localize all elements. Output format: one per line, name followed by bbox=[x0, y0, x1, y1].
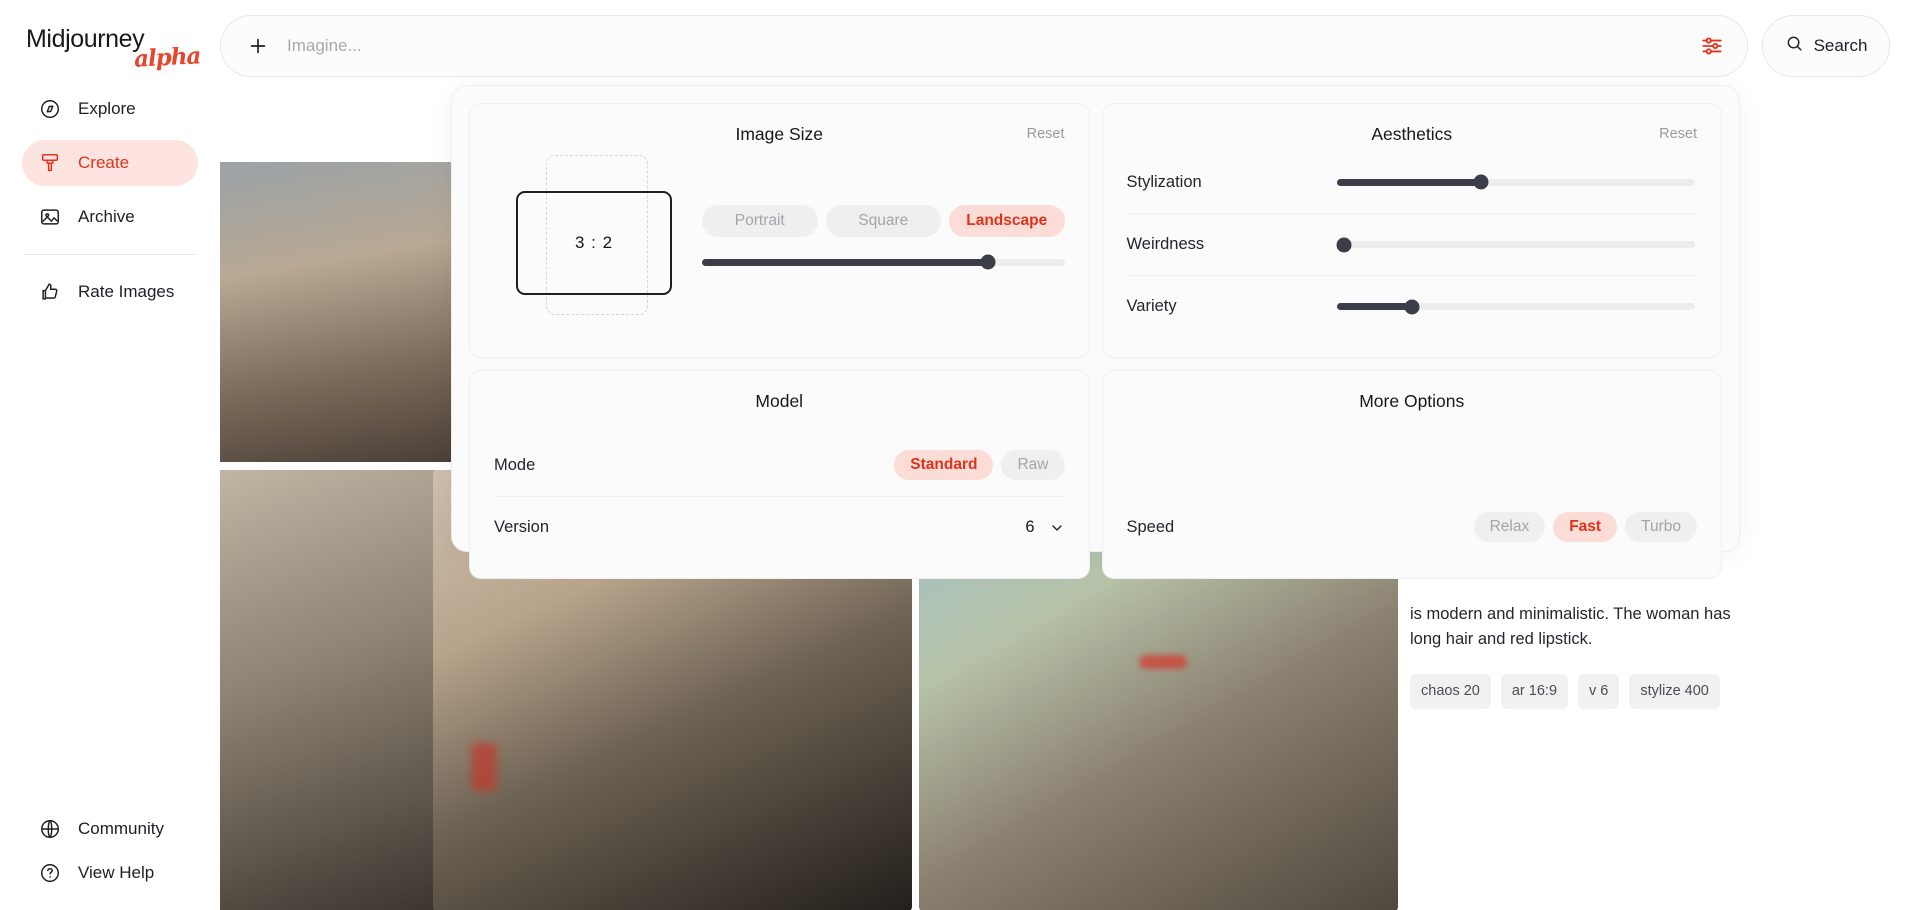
sidebar-item-rate-images[interactable]: Rate Images bbox=[22, 269, 198, 315]
weirdness-label: Weirdness bbox=[1126, 235, 1205, 253]
image-description-panel: is modern and minimalistic. The woman ha… bbox=[1410, 602, 1750, 709]
question-circle-icon bbox=[38, 861, 62, 885]
stylization-row: Stylization bbox=[1127, 151, 1698, 213]
sidebar-item-create[interactable]: Create bbox=[22, 140, 198, 186]
more-options-card: More Options Speed Relax Fast Turbo bbox=[1101, 370, 1722, 579]
sliders-icon[interactable] bbox=[1699, 33, 1725, 59]
image-description-text: is modern and minimalistic. The woman ha… bbox=[1410, 605, 1731, 648]
sidebar-item-archive[interactable]: Archive bbox=[22, 194, 198, 240]
app-root: Midjourney alpha Explore Create Archive … bbox=[0, 0, 1920, 910]
sidebar-bottom-group: Community View Help bbox=[22, 808, 198, 896]
search-icon bbox=[1785, 34, 1804, 58]
orientation-segmented-control: Portrait Square Landscape bbox=[702, 204, 1065, 237]
aesthetics-reset-button[interactable]: Reset bbox=[1659, 126, 1697, 142]
speed-row: Speed Relax Fast Turbo bbox=[1126, 496, 1697, 558]
speed-option-fast[interactable]: Fast bbox=[1553, 512, 1618, 542]
mode-segmented-control: Standard Raw bbox=[894, 450, 1065, 480]
image-size-body: 3 : 2 Portrait Square Landscape bbox=[494, 151, 1065, 319]
weirdness-slider[interactable] bbox=[1336, 237, 1695, 252]
thumbs-up-icon bbox=[38, 280, 62, 304]
brand-logo[interactable]: Midjourney alpha bbox=[22, 0, 202, 86]
speed-segmented-control: Relax Fast Turbo bbox=[1473, 512, 1697, 542]
image-parameter-tags: chaos 20 ar 16:9 v 6 stylize 400 bbox=[1410, 674, 1750, 709]
slider-knob[interactable] bbox=[1336, 237, 1351, 252]
slider-fill bbox=[1336, 303, 1409, 310]
slider-fill bbox=[1336, 178, 1480, 186]
slider-knob[interactable] bbox=[1404, 299, 1420, 314]
slider-fill bbox=[702, 258, 992, 266]
orientation-option-landscape[interactable]: Landscape bbox=[949, 204, 1065, 237]
image-size-controls: Portrait Square Landscape bbox=[694, 204, 1065, 270]
mode-label: Mode bbox=[494, 455, 536, 474]
more-options-spacer bbox=[1127, 434, 1698, 496]
slider-knob[interactable] bbox=[980, 254, 996, 270]
slider-knob[interactable] bbox=[1473, 174, 1489, 190]
imagine-input[interactable] bbox=[287, 36, 1681, 56]
top-bar: Search bbox=[220, 0, 1920, 82]
sidebar-item-label: Archive bbox=[78, 207, 135, 226]
brand-alpha-tag: alpha bbox=[133, 42, 202, 73]
param-tag[interactable]: stylize 400 bbox=[1629, 674, 1720, 709]
weirdness-slider-wrap bbox=[1336, 237, 1698, 252]
mode-option-raw[interactable]: Raw bbox=[1001, 450, 1065, 480]
param-tag[interactable]: chaos 20 bbox=[1410, 674, 1491, 709]
param-tag[interactable]: ar 16:9 bbox=[1500, 674, 1569, 709]
mode-option-standard[interactable]: Standard bbox=[894, 450, 994, 480]
orientation-option-square[interactable]: Square bbox=[825, 204, 941, 237]
sidebar-item-label: Community bbox=[78, 819, 164, 838]
brush-icon bbox=[38, 151, 62, 175]
sidebar-divider bbox=[24, 254, 196, 255]
stylization-label: Stylization bbox=[1126, 172, 1202, 191]
version-label: Version bbox=[494, 518, 550, 536]
speed-option-relax[interactable]: Relax bbox=[1473, 512, 1546, 542]
globe-icon bbox=[38, 817, 62, 841]
speed-option-turbo[interactable]: Turbo bbox=[1625, 512, 1697, 542]
more-options-title: More Options bbox=[1359, 391, 1465, 411]
model-card: Model Mode Standard Raw Version 6 bbox=[469, 370, 1090, 579]
stylization-slider[interactable] bbox=[1336, 174, 1695, 190]
search-button-label: Search bbox=[1813, 36, 1868, 55]
sidebar-item-view-help[interactable]: View Help bbox=[22, 852, 198, 894]
sidebar-item-explore[interactable]: Explore bbox=[22, 86, 198, 132]
sidebar-item-label: Rate Images bbox=[78, 282, 175, 301]
image-size-reset-button[interactable]: Reset bbox=[1027, 126, 1065, 142]
aspect-ratio-box: 3 : 2 bbox=[516, 191, 672, 295]
compass-icon bbox=[38, 97, 62, 121]
main-area: Search is modern and minimalistic. The w… bbox=[220, 0, 1920, 910]
model-title: Model bbox=[755, 391, 804, 411]
image-size-title: Image Size bbox=[735, 124, 824, 144]
speed-label: Speed bbox=[1126, 517, 1175, 536]
gallery-tile[interactable] bbox=[220, 162, 454, 462]
orientation-option-portrait[interactable]: Portrait bbox=[702, 204, 818, 237]
variety-slider[interactable] bbox=[1336, 299, 1695, 314]
variety-slider-wrap bbox=[1336, 299, 1698, 314]
chevron-down-icon[interactable] bbox=[1049, 520, 1065, 536]
sidebar-item-community[interactable]: Community bbox=[22, 808, 198, 850]
aesthetics-title: Aesthetics bbox=[1371, 124, 1453, 144]
variety-row: Variety bbox=[1126, 275, 1698, 337]
search-button[interactable]: Search bbox=[1762, 15, 1890, 77]
gallery-tile[interactable] bbox=[220, 470, 454, 910]
settings-panel: Image Size Reset 3 : 2 Portrait Square L… bbox=[451, 85, 1740, 579]
param-tag[interactable]: v 6 bbox=[1578, 674, 1620, 709]
weirdness-row: Weirdness bbox=[1126, 213, 1698, 275]
stylization-slider-wrap bbox=[1336, 174, 1698, 190]
plus-icon[interactable] bbox=[247, 35, 269, 57]
aspect-ratio-preview: 3 : 2 bbox=[494, 151, 694, 319]
sidebar-item-label: View Help bbox=[78, 863, 155, 882]
mode-row: Mode Standard Raw bbox=[494, 434, 1065, 496]
sidebar: Midjourney alpha Explore Create Archive … bbox=[0, 0, 220, 910]
image-size-card: Image Size Reset 3 : 2 Portrait Square L… bbox=[469, 103, 1090, 358]
sidebar-item-label: Create bbox=[78, 153, 130, 172]
sidebar-item-label: Explore bbox=[78, 99, 136, 118]
version-value: 6 bbox=[1025, 518, 1035, 536]
version-row[interactable]: Version 6 bbox=[494, 496, 1065, 558]
image-size-slider[interactable] bbox=[702, 254, 1065, 270]
aesthetics-card: Aesthetics Reset Stylization Weirdness V… bbox=[1101, 103, 1722, 358]
prompt-bar[interactable] bbox=[220, 15, 1748, 77]
variety-label: Variety bbox=[1126, 297, 1177, 315]
image-icon bbox=[38, 205, 62, 229]
